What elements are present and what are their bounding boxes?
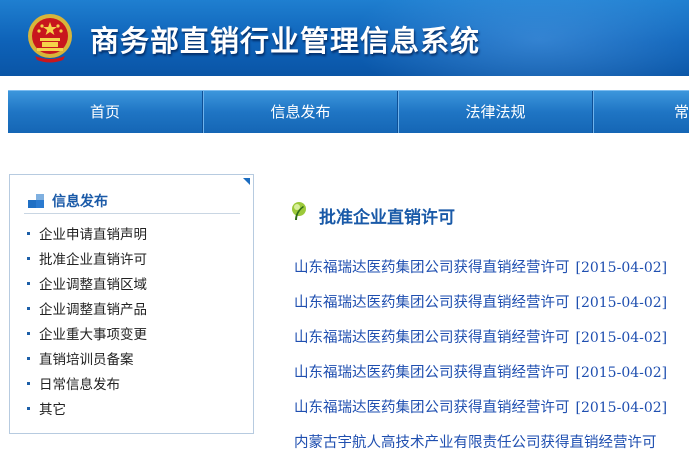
bullet-icon — [27, 282, 30, 285]
sidebar: 信息发布 企业申请直销声明 批准企业直销许可 企业调整直销区域 企业调整直销产品… — [9, 174, 254, 434]
site-title: 商务部直销行业管理信息系统 — [90, 24, 481, 58]
list-item: 山东福瑞达医药集团公司获得直销经营许可 [2015-04-02] — [294, 363, 689, 398]
news-link[interactable]: 山东福瑞达医药集团公司获得直销经营许可 — [294, 365, 570, 381]
bullet-icon — [27, 232, 30, 235]
bullet-icon — [27, 357, 30, 360]
news-link[interactable]: 内蒙古宇航人高技术产业有限责任公司获得直销经营许可 — [294, 435, 657, 451]
list-item: 山东福瑞达医药集团公司获得直销经营许可 [2015-04-02] — [294, 293, 689, 328]
bullet-icon — [27, 307, 30, 310]
news-date: [2015-04-02] — [575, 330, 668, 346]
sidebar-item-label: 企业申请直销声明 — [39, 227, 147, 243]
sidebar-item-label: 直销培训员备案 — [39, 352, 134, 368]
national-emblem-icon — [28, 14, 72, 63]
sidebar-item-trainer-filing[interactable]: 直销培训员备案 — [24, 348, 147, 373]
sidebar-item-label: 企业调整直销产品 — [39, 302, 147, 318]
news-date: [2015-04-02] — [575, 295, 668, 311]
sidebar-item-approval[interactable]: 批准企业直销许可 — [24, 248, 147, 273]
sidebar-item-region-change[interactable]: 企业调整直销区域 — [24, 273, 147, 298]
news-date: [2015-04-02] — [575, 260, 668, 276]
sidebar-item-major-change[interactable]: 企业重大事项变更 — [24, 323, 147, 348]
news-link[interactable]: 山东福瑞达医药集团公司获得直销经营许可 — [294, 260, 570, 276]
bullet-icon — [27, 257, 30, 260]
news-date: [2015-04-02] — [575, 400, 668, 416]
squares-icon — [28, 194, 44, 208]
sidebar-item-label: 批准企业直销许可 — [39, 252, 147, 268]
list-item: 山东福瑞达医药集团公司获得直销经营许可 [2015-04-02] — [294, 258, 689, 293]
nav-item-faq[interactable]: 常见 — [594, 91, 689, 133]
sidebar-item-label: 企业调整直销区域 — [39, 277, 147, 293]
sidebar-header: 信息发布 — [24, 189, 240, 214]
sidebar-item-label: 企业重大事项变更 — [39, 327, 147, 343]
list-item: 山东福瑞达医药集团公司获得直销经营许可 [2015-04-02] — [294, 328, 689, 363]
news-link[interactable]: 山东福瑞达医药集团公司获得直销经营许可 — [294, 295, 570, 311]
bullet-icon — [27, 407, 30, 410]
sidebar-item-declaration[interactable]: 企业申请直销声明 — [24, 223, 147, 248]
list-item: 山东福瑞达医药集团公司获得直销经营许可 [2015-04-02] — [294, 398, 689, 433]
news-list: 山东福瑞达医药集团公司获得直销经营许可 [2015-04-02] 山东福瑞达医药集… — [294, 258, 689, 468]
sidebar-item-other[interactable]: 其它 — [24, 398, 147, 423]
bullet-icon — [27, 382, 30, 385]
section-title: 批准企业直销许可 — [319, 208, 455, 228]
header-divider — [0, 76, 689, 88]
news-date: [2015-04-02] — [575, 365, 668, 381]
corner-triangle-icon — [243, 178, 250, 185]
nav-item-info-release[interactable]: 信息发布 — [204, 91, 397, 133]
leaf-icon — [292, 202, 306, 220]
news-link[interactable]: 山东福瑞达医药集团公司获得直销经营许可 — [294, 400, 570, 416]
list-item: 内蒙古宇航人高技术产业有限责任公司获得直销经营许可 — [294, 433, 689, 468]
sidebar-item-product-change[interactable]: 企业调整直销产品 — [24, 298, 147, 323]
bullet-icon — [27, 332, 30, 335]
nav-item-home[interactable]: 首页 — [8, 91, 202, 133]
nav-item-laws[interactable]: 法律法规 — [399, 91, 592, 133]
sidebar-list: 企业申请直销声明 批准企业直销许可 企业调整直销区域 企业调整直销产品 企业重大… — [24, 223, 147, 423]
sidebar-item-label: 其它 — [39, 402, 66, 418]
main-nav: 首页 信息发布 法律法规 常见 — [8, 90, 689, 133]
sidebar-item-label: 日常信息发布 — [39, 377, 120, 393]
news-link[interactable]: 山东福瑞达医药集团公司获得直销经营许可 — [294, 330, 570, 346]
site-header: 商务部直销行业管理信息系统 — [0, 0, 689, 76]
sidebar-item-daily-info[interactable]: 日常信息发布 — [24, 373, 147, 398]
sidebar-title: 信息发布 — [52, 194, 108, 210]
